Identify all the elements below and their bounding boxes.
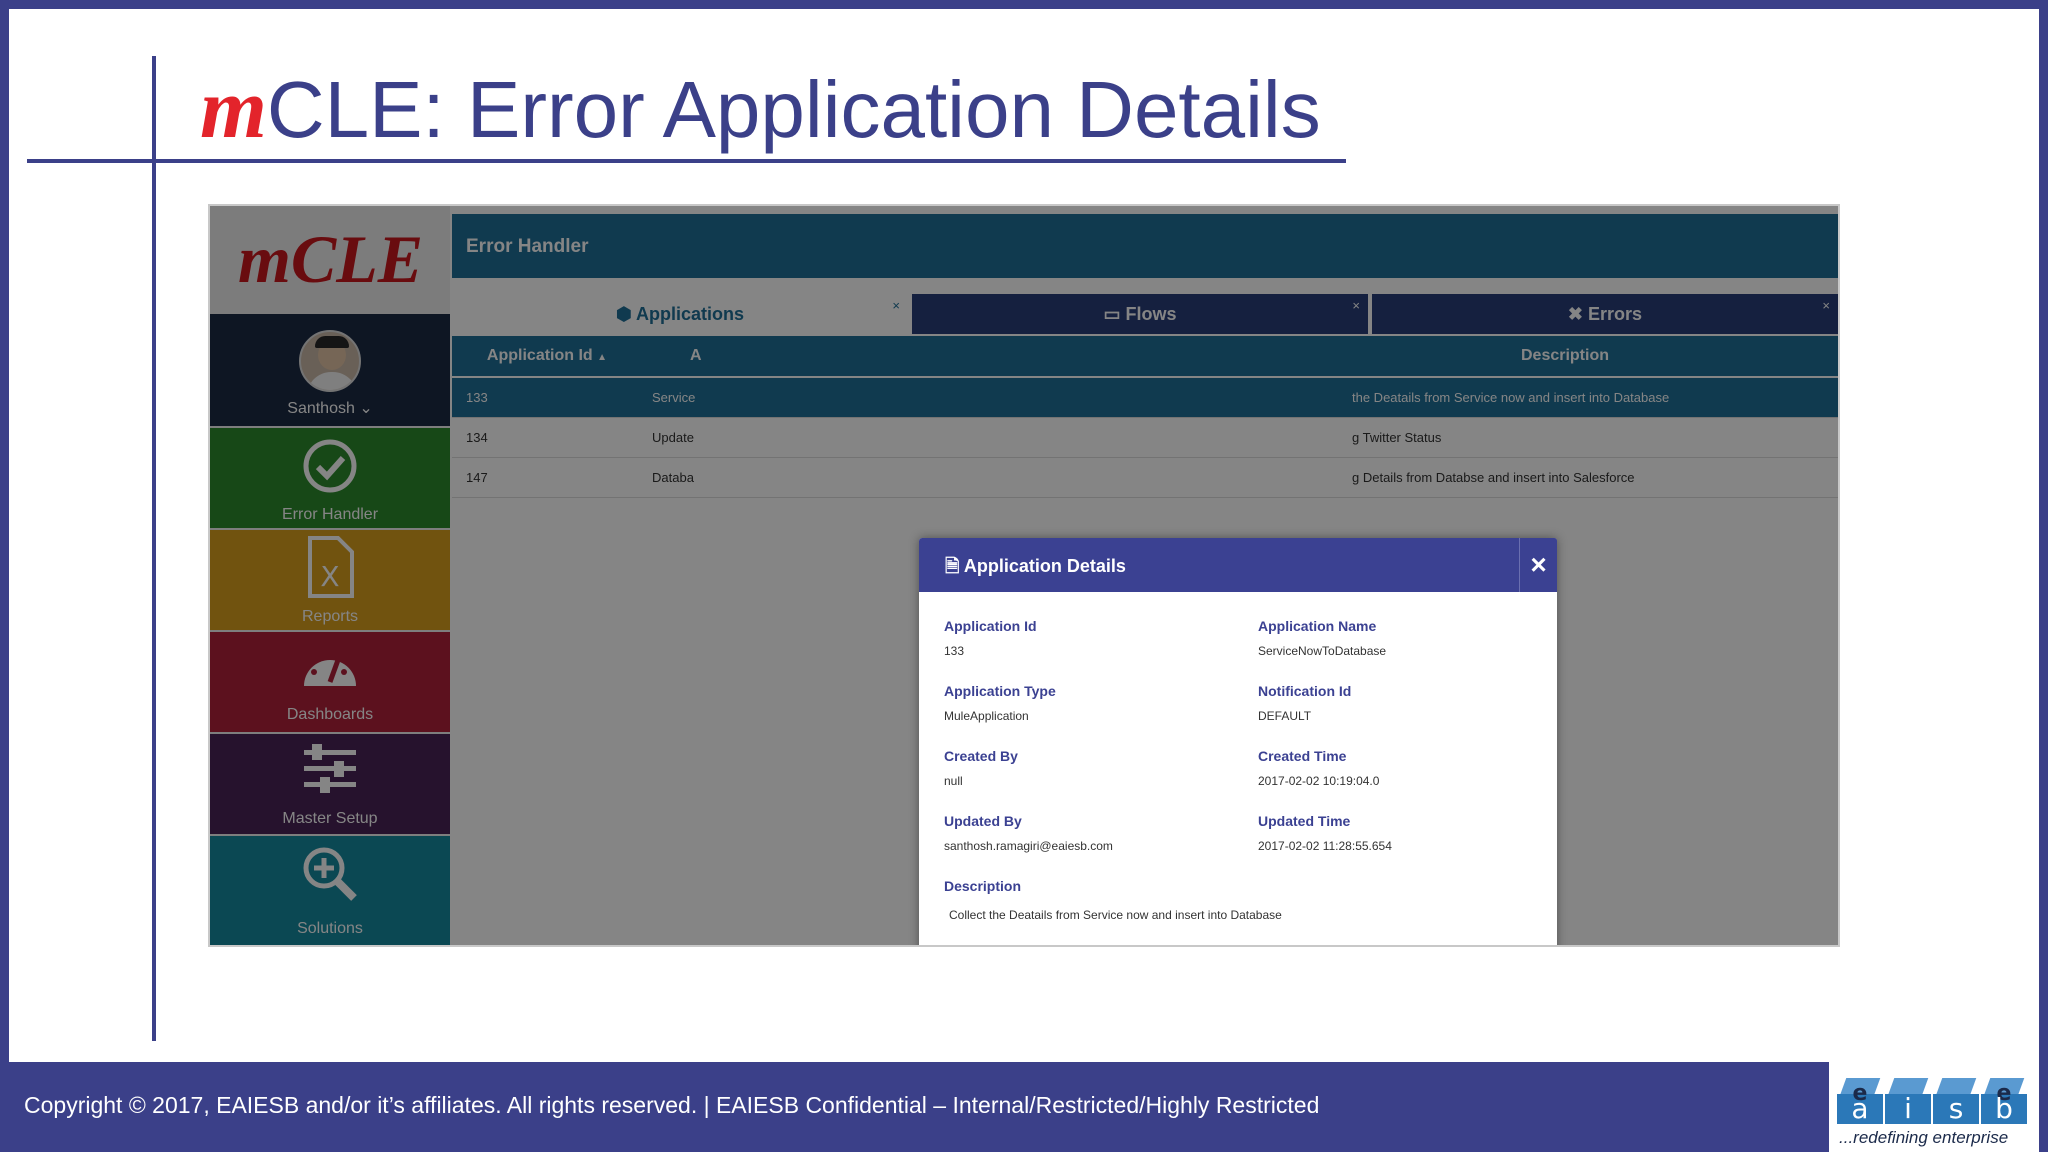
logo-cube: i <box>1885 1078 1931 1125</box>
logo-tagline: ...redefining enterprise <box>1839 1128 2009 1147</box>
description-value: Collect the Deatails from Service now an… <box>949 908 1282 922</box>
title-underline <box>27 159 1346 163</box>
field-label: Updated By <box>944 813 1022 829</box>
field-value: 2017-02-02 10:19:04.0 <box>1258 774 1380 788</box>
dialog-title: 🗎 Application Details <box>945 556 1126 576</box>
field-label: Updated Time <box>1258 813 1351 829</box>
field-label: Application Id <box>944 618 1037 634</box>
left-border <box>0 0 9 1062</box>
close-icon[interactable]: × <box>1519 538 1557 592</box>
field-value: DEFAULT <box>1258 709 1312 723</box>
logo-cube: ea <box>1837 1078 1883 1125</box>
field-value: null <box>944 774 963 788</box>
field-label: Created Time <box>1258 748 1347 764</box>
right-border <box>2039 0 2048 1062</box>
slide: mCLE: Error Application Details mCLE San… <box>0 0 2048 1152</box>
field-label: Application Name <box>1258 618 1377 634</box>
field-value: ServiceNowToDatabase <box>1258 644 1387 658</box>
description-label: Description <box>944 878 1022 894</box>
slide-title: mCLE: Error Application Details <box>200 58 1321 158</box>
field-value: 2017-02-02 11:28:55.654 <box>1258 839 1392 853</box>
document-icon: 🗎 <box>945 556 960 576</box>
logo-cube: s <box>1933 1078 1979 1125</box>
field-label: Application Type <box>944 683 1056 699</box>
title-text: CLE: Error Application Details <box>266 65 1321 154</box>
vertical-rule <box>152 56 156 1041</box>
field-value: MuleApplication <box>944 709 1029 723</box>
application-details-dialog: 🗎 Application Details × Application Id 1… <box>919 538 1557 945</box>
title-prefix: m <box>200 60 267 156</box>
copyright-text: Copyright © 2017, EAIESB and/or it’s aff… <box>24 1092 1320 1118</box>
app-screenshot: mCLE Santhosh ⌄ Error Handler X Reports … <box>208 204 1840 947</box>
field-label: Notification Id <box>1258 683 1352 699</box>
eaiesb-logo: ea i s eb ...redefining enterprise <box>1829 1062 2039 1152</box>
field-value: 133 <box>944 644 965 658</box>
field-value: santhosh.ramagiri@eaiesb.com <box>944 839 1113 853</box>
footer: Copyright © 2017, EAIESB and/or it’s aff… <box>0 1062 2048 1152</box>
logo-cube: eb <box>1981 1078 2027 1125</box>
field-label: Created By <box>944 748 1018 764</box>
dialog-header: 🗎 Application Details × <box>919 538 1557 592</box>
top-border <box>0 0 2048 9</box>
